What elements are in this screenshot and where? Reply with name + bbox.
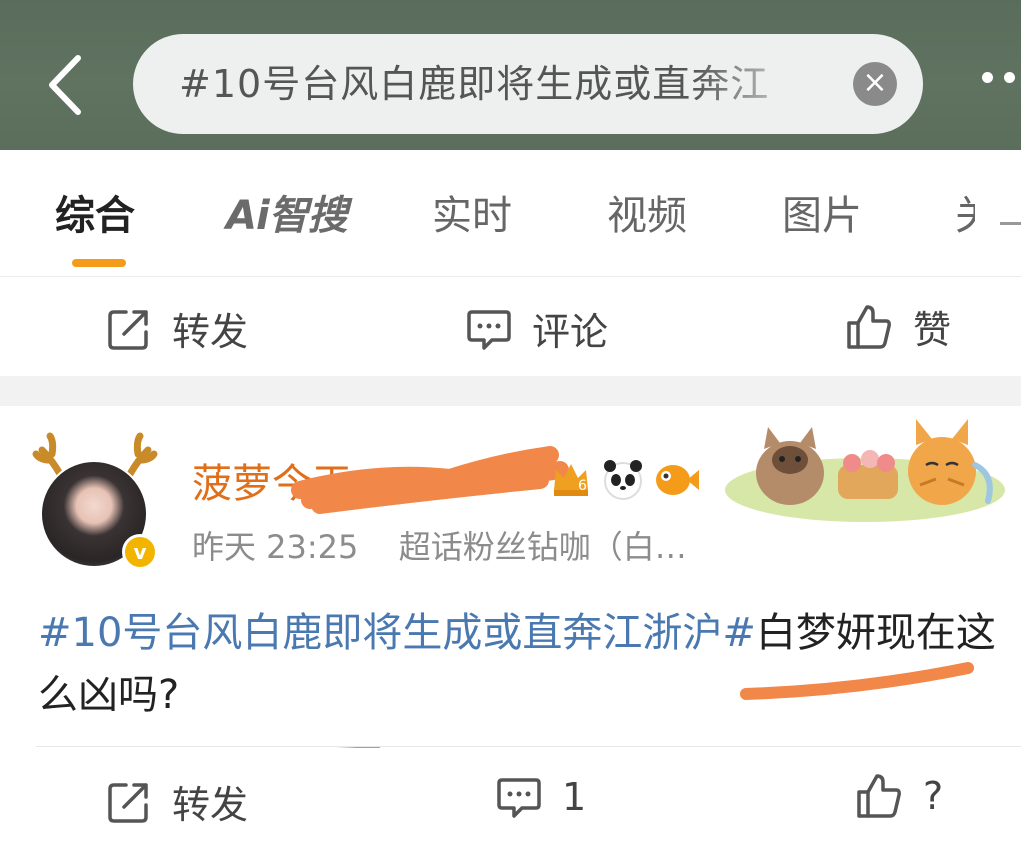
post-like-button[interactable]: ? <box>855 772 943 820</box>
svg-text:6: 6 <box>578 478 587 494</box>
tab-video[interactable]: 视频 <box>607 190 687 242</box>
post-source[interactable]: 超话粉丝钻咖（白… <box>399 528 687 566</box>
fish-badge-icon <box>656 465 699 495</box>
crown-badge-icon: 6 <box>554 464 588 496</box>
repost-icon <box>108 309 148 350</box>
repost-icon <box>108 782 148 823</box>
like-label: 赞 <box>913 308 952 352</box>
more-options-icon[interactable] <box>982 72 1021 96</box>
post-actions: 转发 1 ? <box>0 748 1021 846</box>
post-comment-count: 1 <box>562 775 587 819</box>
decorative-animal-sticker <box>725 419 1005 522</box>
comment-button[interactable]: 评论 <box>466 301 608 356</box>
post-repost-button[interactable]: 转发 <box>106 774 248 829</box>
post-meta: 昨天 23:25 超话粉丝钻咖（白… <box>192 526 687 568</box>
feed-separator <box>0 376 1021 406</box>
repost-button[interactable]: 转发 <box>106 301 248 356</box>
comment-icon <box>467 309 511 350</box>
tab-images[interactable]: 图片 <box>782 190 862 242</box>
tab-ai-search[interactable]: Ai智搜 <box>226 190 348 242</box>
thumbs-up-icon <box>857 774 901 818</box>
username[interactable]: 菠萝今天… <box>192 458 392 510</box>
hashtag-link[interactable]: #10号台风白鹿即将生成或直奔江浙沪# <box>38 610 756 656</box>
post-time: 昨天 23:25 <box>192 528 359 566</box>
tab-comprehensive[interactable]: 综合 <box>55 190 135 242</box>
post-like-label: ? <box>923 774 944 818</box>
active-tab-indicator <box>72 259 126 267</box>
clear-search-icon[interactable]: × <box>853 62 897 106</box>
tab-realtime[interactable]: 实时 <box>432 190 512 242</box>
post-divider <box>36 746 1021 747</box>
comment-icon <box>497 778 541 818</box>
tab-overflow-mark <box>1000 222 1021 225</box>
search-input[interactable]: #10号台风白鹿即将生成或直奔江 × <box>133 34 923 134</box>
thumbs-up-icon <box>847 304 891 349</box>
repost-label: 转发 <box>172 310 249 354</box>
post-comment-button[interactable]: 1 <box>496 774 586 820</box>
like-button[interactable]: 赞 <box>845 299 951 354</box>
previous-post-actions: 转发 评论 赞 <box>0 277 1021 375</box>
post-content: #10号台风白鹿即将生成或直奔江浙沪#白梦妍现在这么凶吗? <box>38 602 1013 726</box>
comment-label: 评论 <box>532 310 609 354</box>
post-repost-label: 转发 <box>172 783 249 827</box>
verified-badge-icon: v <box>122 534 158 570</box>
top-header: #10号台风白鹿即将生成或直奔江 × <box>0 0 1021 150</box>
back-arrow-icon[interactable] <box>42 50 92 120</box>
search-tabs: 综合 Ai智搜 实时 视频 图片 关 <box>0 150 1021 277</box>
panda-badge-icon <box>604 460 642 500</box>
avatar-container[interactable]: v <box>30 430 160 570</box>
tab-more[interactable]: 关 <box>955 190 975 242</box>
